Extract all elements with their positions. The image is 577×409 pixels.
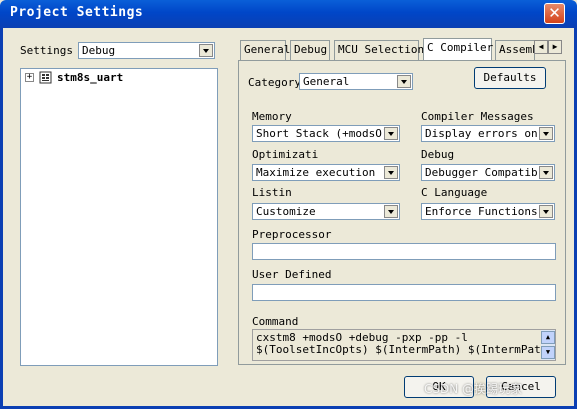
window-title: Project Settings <box>10 5 144 20</box>
debug-label: Debug <box>421 148 455 161</box>
preprocessor-input[interactable] <box>252 243 556 260</box>
expand-icon[interactable]: + <box>25 73 34 82</box>
project-icon <box>39 71 53 84</box>
chevron-down-icon[interactable] <box>384 205 398 218</box>
compiler-messages-label: Compiler Messages <box>421 110 534 123</box>
close-button[interactable]: ✕ <box>544 3 565 24</box>
tab-assembler[interactable]: Assemb <box>495 40 535 60</box>
c-language-label: C Language <box>421 186 488 199</box>
optimizations-label: Optimizati <box>252 148 319 161</box>
optimizations-dropdown[interactable]: Maximize execution spe <box>252 164 400 181</box>
compiler-messages-dropdown[interactable]: Display errors only <box>421 125 555 142</box>
tree-item-stm8s-uart[interactable]: stm8s_uart <box>57 71 123 84</box>
chevron-down-icon[interactable] <box>539 166 553 179</box>
debug-dropdown[interactable]: Debugger Compatible <box>421 164 555 181</box>
listing-label: Listin <box>252 186 292 199</box>
defaults-button[interactable]: Defaults <box>474 67 546 89</box>
category-label: Category <box>248 76 301 89</box>
chevron-down-icon[interactable] <box>384 166 398 179</box>
chevron-down-icon[interactable] <box>539 127 553 140</box>
compiler-messages-value: Display errors only <box>425 127 538 140</box>
settings-dropdown[interactable]: Debug <box>78 42 215 59</box>
user-defined-input[interactable] <box>252 284 556 301</box>
watermark: CSDN @挨踢玩家 <box>424 382 523 396</box>
chevron-down-icon[interactable] <box>397 75 411 88</box>
debug-value: Debugger Compatible <box>425 166 538 179</box>
listing-dropdown[interactable]: Customize <box>252 203 400 220</box>
chevron-down-icon[interactable] <box>539 205 553 218</box>
user-defined-label: User Defined <box>252 268 332 281</box>
memory-dropdown[interactable]: Short Stack (+modsO) <box>252 125 400 142</box>
c-language-value: Enforce Functions Pr <box>425 205 538 218</box>
settings-value: Debug <box>82 44 116 57</box>
category-dropdown[interactable]: General <box>299 73 413 90</box>
preprocessor-label: Preprocessor <box>252 228 332 241</box>
settings-label: Settings <box>20 44 73 57</box>
memory-label: Memory <box>252 110 292 123</box>
tab-mcu-selection[interactable]: MCU Selection <box>334 40 424 60</box>
scroll-down-icon[interactable]: ▼ <box>541 346 555 359</box>
tab-general[interactable]: General <box>240 40 290 60</box>
category-value: General <box>303 75 350 88</box>
optimizations-value: Maximize execution spe <box>256 166 383 179</box>
chevron-down-icon[interactable] <box>199 44 213 57</box>
command-line-2: $(ToolsetIncOpts) $(IntermPath) $(Interm… <box>256 343 555 356</box>
listing-value: Customize <box>256 205 316 218</box>
tab-c-compiler[interactable]: C Compiler <box>423 38 493 61</box>
scroll-left-icon[interactable]: ◀ <box>534 40 548 54</box>
chevron-down-icon[interactable] <box>384 127 398 140</box>
memory-value: Short Stack (+modsO) <box>256 127 389 140</box>
command-label: Command <box>252 315 299 328</box>
tab-debug[interactable]: Debug <box>290 40 330 60</box>
scroll-up-icon[interactable]: ▲ <box>541 331 555 344</box>
command-scrollbar[interactable]: ▲ ▼ <box>541 330 555 360</box>
c-language-dropdown[interactable]: Enforce Functions Pr <box>421 203 555 220</box>
command-box: cxstm8 +modsO +debug -pxp -pp -l $(Tools… <box>252 329 556 361</box>
scroll-right-icon[interactable]: ▶ <box>548 40 562 54</box>
project-tree[interactable]: + stm8s_uart <box>20 68 218 366</box>
